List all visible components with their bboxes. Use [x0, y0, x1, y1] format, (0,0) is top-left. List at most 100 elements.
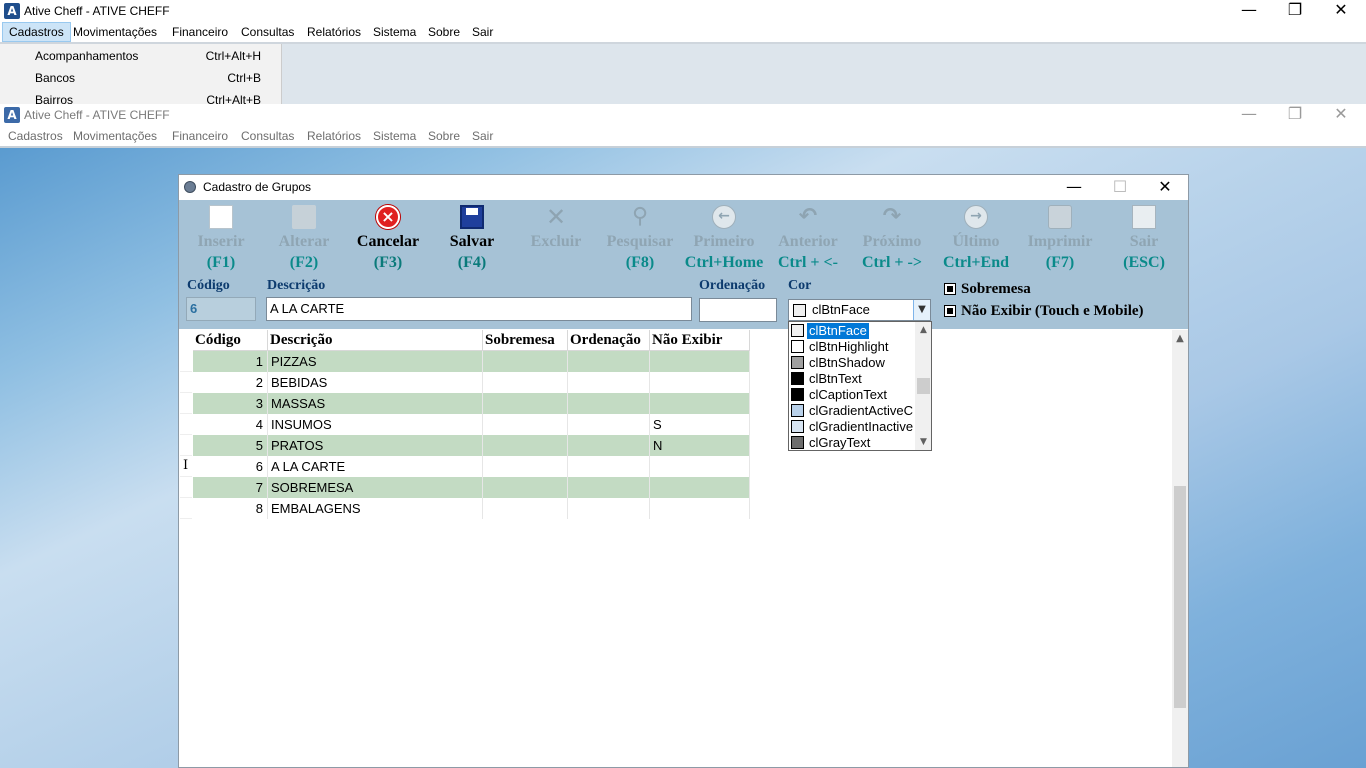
dropdown-item-bairros[interactable]: Bairros Ctrl+Alt+B	[0, 89, 281, 104]
inner-menu-relatorios[interactable]: Relatórios	[301, 126, 367, 146]
inner-menu-sistema[interactable]: Sistema	[367, 126, 422, 146]
grid-cell-descricao[interactable]: PRATOS	[268, 435, 483, 456]
inner-menu-cadastros[interactable]: Cadastros	[2, 126, 69, 146]
grid-cell-ordenacao[interactable]	[568, 414, 650, 435]
outer-restore-button[interactable]: ❐	[1272, 0, 1318, 20]
color-option[interactable]: clBtnText	[789, 371, 915, 387]
grid-cell-sobremesa[interactable]	[483, 477, 568, 498]
grid-cell-codigo[interactable]: 8	[193, 498, 268, 519]
menu-movimentacoes[interactable]: Movimentações	[67, 22, 163, 42]
grid-vertical-scrollbar[interactable]: ▲	[1172, 330, 1188, 767]
inner-menu-sobre[interactable]: Sobre	[422, 126, 466, 146]
cancelar-button[interactable]: × Cancelar (F3)	[346, 203, 430, 271]
codigo-field[interactable]: 6	[186, 297, 256, 321]
ordenacao-field[interactable]	[699, 298, 777, 322]
grid-cell-ordenacao[interactable]	[568, 498, 650, 519]
pesquisar-button[interactable]: ⚲ Pesquisar (F8)	[598, 203, 682, 272]
grid-cell-ordenacao[interactable]	[568, 351, 650, 372]
table-row[interactable]: 4 INSUMOS S	[193, 414, 750, 435]
grid-header-codigo[interactable]: Código	[193, 330, 268, 351]
table-row[interactable]: 1 PIZZAS	[193, 351, 750, 372]
grid-cell-sobremesa[interactable]	[483, 498, 568, 519]
grid-cell-ordenacao[interactable]	[568, 477, 650, 498]
grid-cell-descricao[interactable]: MASSAS	[268, 393, 483, 414]
grid-cell-descricao[interactable]: INSUMOS	[268, 414, 483, 435]
grid-cell-descricao[interactable]: A LA CARTE	[268, 456, 483, 477]
grid-cell-ordenacao[interactable]	[568, 456, 650, 477]
menu-consultas[interactable]: Consultas	[235, 22, 300, 42]
outer-close-button[interactable]: ✕	[1318, 0, 1364, 20]
grid-cell-nao-exibir[interactable]	[650, 393, 750, 414]
grid-cell-descricao[interactable]: SOBREMESA	[268, 477, 483, 498]
inner-restore-button[interactable]: ❐	[1272, 104, 1318, 124]
table-row[interactable]: 2 BEBIDAS	[193, 372, 750, 393]
grid-cell-codigo[interactable]: 1	[193, 351, 268, 372]
sair-button[interactable]: Sair (ESC)	[1102, 203, 1186, 271]
grid-header-nao-exibir[interactable]: Não Exibir	[650, 330, 750, 351]
grid-cell-sobremesa[interactable]	[483, 393, 568, 414]
menu-sistema[interactable]: Sistema	[367, 22, 422, 42]
scroll-thumb[interactable]	[917, 378, 930, 394]
grid-cell-sobremesa[interactable]	[483, 414, 568, 435]
chevron-down-icon[interactable]: ▼	[913, 300, 930, 320]
menu-relatorios[interactable]: Relatórios	[301, 22, 367, 42]
chevron-down-icon[interactable]: ▼	[915, 434, 931, 450]
grid-cell-nao-exibir[interactable]	[650, 477, 750, 498]
grid-cell-nao-exibir[interactable]: N	[650, 435, 750, 456]
menu-sair[interactable]: Sair	[466, 22, 499, 42]
menu-financeiro[interactable]: Financeiro	[166, 22, 234, 42]
grid-cell-codigo[interactable]: 2	[193, 372, 268, 393]
inner-minimize-button[interactable]: —	[1226, 104, 1272, 124]
menu-sobre[interactable]: Sobre	[422, 22, 466, 42]
grid-cell-nao-exibir[interactable]	[650, 351, 750, 372]
alterar-button[interactable]: Alterar (F2)	[262, 203, 346, 271]
color-option[interactable]: clBtnHighlight	[789, 339, 915, 355]
grid-cell-nao-exibir[interactable]: S	[650, 414, 750, 435]
grid-cell-descricao[interactable]: BEBIDAS	[268, 372, 483, 393]
grid-header-ordenacao[interactable]: Ordenação	[568, 330, 650, 351]
color-option[interactable]: clGrayText	[789, 435, 915, 450]
grid-cell-codigo[interactable]: 3	[193, 393, 268, 414]
grid-cell-descricao[interactable]: PIZZAS	[268, 351, 483, 372]
inner-close-button[interactable]: ✕	[1318, 104, 1364, 124]
color-option[interactable]: clBtnShadow	[789, 355, 915, 371]
grid-cell-codigo[interactable]: 7	[193, 477, 268, 498]
ultimo-button[interactable]: → Último Ctrl+End	[934, 203, 1018, 271]
color-option[interactable]: clGradientActiveC	[789, 403, 915, 419]
color-option[interactable]: clGradientInactive	[789, 419, 915, 435]
grid-cell-nao-exibir[interactable]	[650, 498, 750, 519]
scroll-up-icon[interactable]: ▲	[1172, 330, 1188, 347]
dropdown-item-bancos[interactable]: Bancos Ctrl+B	[0, 67, 281, 89]
inner-menu-consultas[interactable]: Consultas	[235, 126, 300, 146]
grupos-grid[interactable]: Código Descrição Sobremesa Ordenação Não…	[180, 330, 1188, 767]
scroll-thumb[interactable]	[1174, 486, 1186, 708]
inserir-button[interactable]: Inserir (F1)	[179, 203, 263, 271]
cor-combobox[interactable]: clBtnFace ▼	[788, 299, 931, 321]
grid-cell-nao-exibir[interactable]	[650, 456, 750, 477]
grid-cell-sobremesa[interactable]	[483, 372, 568, 393]
dialog-minimize-button[interactable]: —	[1051, 177, 1097, 197]
grid-cell-codigo[interactable]: 5	[193, 435, 268, 456]
grid-header-sobremesa[interactable]: Sobremesa	[483, 330, 568, 351]
chevron-up-icon[interactable]: ▲	[915, 322, 931, 338]
grid-cell-sobremesa[interactable]	[483, 435, 568, 456]
descricao-field[interactable]: A LA CARTE	[266, 297, 692, 321]
inner-menu-financeiro[interactable]: Financeiro	[166, 126, 234, 146]
grid-cell-sobremesa[interactable]	[483, 351, 568, 372]
table-row[interactable]: 7 SOBREMESA	[193, 477, 750, 498]
dialog-maximize-button[interactable]: ☐	[1097, 177, 1143, 197]
grid-cell-sobremesa[interactable]	[483, 456, 568, 477]
color-option[interactable]: clCaptionText	[789, 387, 915, 403]
table-row[interactable]: 3 MASSAS	[193, 393, 750, 414]
primeiro-button[interactable]: ← Primeiro Ctrl+Home	[682, 203, 766, 271]
dropdown-item-acompanhamentos[interactable]: Acompanhamentos Ctrl+Alt+H	[0, 45, 281, 67]
table-row[interactable]: 5 PRATOS N	[193, 435, 750, 456]
color-option[interactable]: clBtnFace	[789, 323, 915, 339]
grid-cell-codigo[interactable]: 4	[193, 414, 268, 435]
grid-cell-ordenacao[interactable]	[568, 372, 650, 393]
outer-minimize-button[interactable]: —	[1226, 0, 1272, 20]
inner-menu-movimentacoes[interactable]: Movimentações	[67, 126, 163, 146]
salvar-button[interactable]: Salvar (F4)	[430, 203, 514, 271]
grid-cell-ordenacao[interactable]	[568, 393, 650, 414]
imprimir-button[interactable]: Imprimir (F7)	[1018, 203, 1102, 271]
